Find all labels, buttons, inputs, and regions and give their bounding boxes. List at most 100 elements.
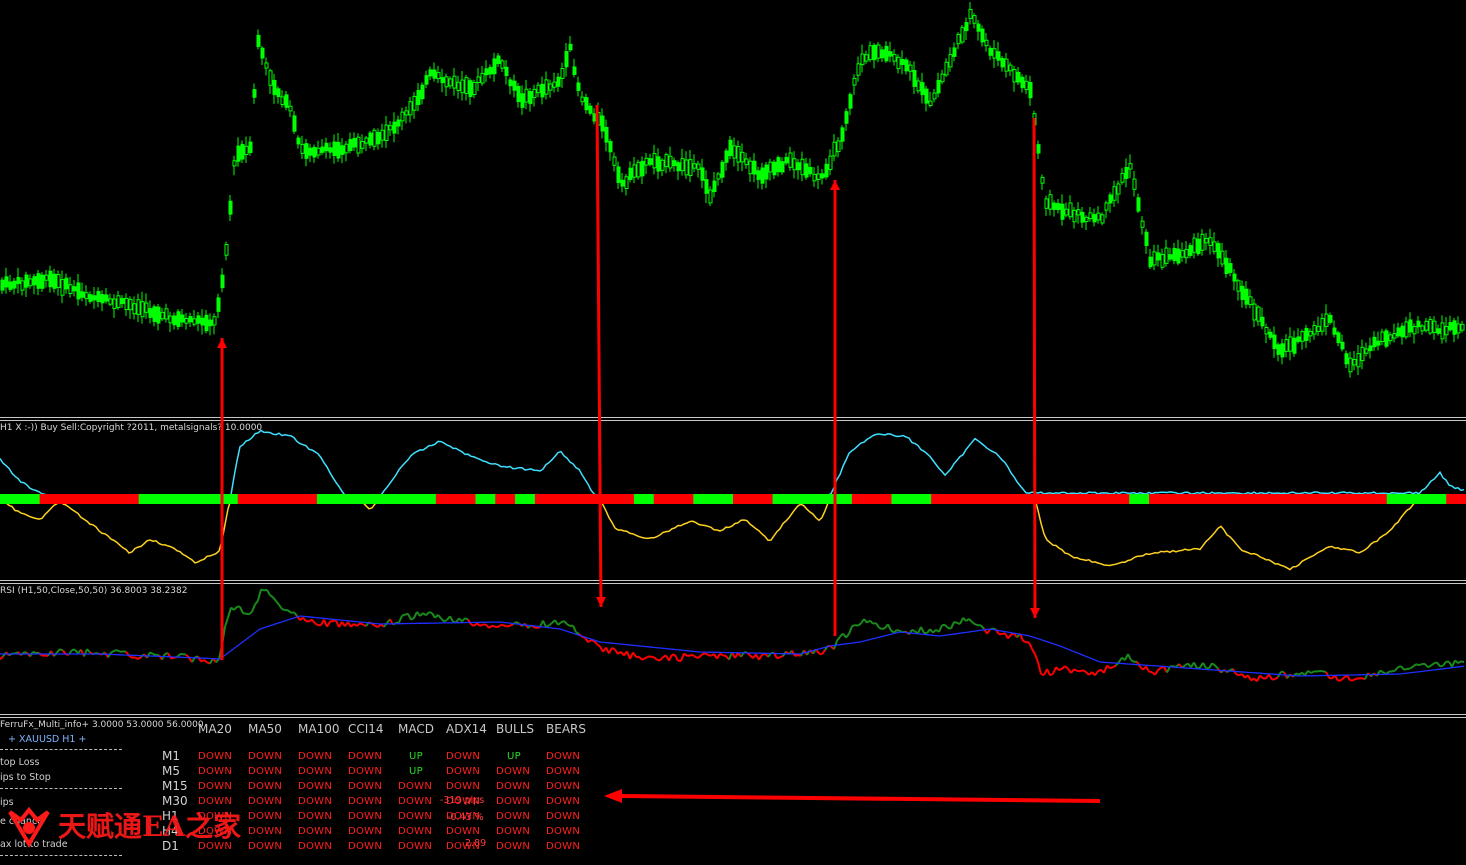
candle: [68, 276, 73, 298]
signal-cell: DOWN: [546, 841, 581, 852]
column-header: ADX14: [446, 722, 487, 736]
candle: [868, 41, 873, 63]
candle: [24, 271, 29, 298]
signal-cell: DOWN: [496, 781, 531, 792]
candle: [476, 68, 481, 91]
candle: [60, 270, 65, 304]
rsi-segment: [932, 629, 937, 634]
rsi-segment: [509, 623, 514, 627]
rsi-segment: [632, 651, 637, 658]
candle: [784, 152, 789, 166]
candle: [1076, 202, 1081, 224]
signal-segment: [1188, 494, 1210, 504]
candle: [628, 161, 633, 183]
candle: [1448, 315, 1453, 332]
rsi-segment: [644, 655, 649, 660]
signal-segment: [495, 494, 516, 504]
signal-segment: [534, 494, 556, 504]
signal-segment: [59, 494, 80, 504]
rsi-segment: [1391, 669, 1396, 673]
candle: [1300, 329, 1305, 350]
rsi-segment: [266, 589, 271, 596]
candle: [1052, 200, 1057, 217]
rsi-segment: [428, 611, 433, 615]
candle: [824, 158, 829, 180]
candle: [624, 174, 629, 196]
candle: [932, 88, 937, 103]
panel-separator[interactable]: [0, 714, 1466, 715]
candle: [1072, 206, 1077, 229]
rsi-segment: [611, 646, 616, 651]
rsi-segment: [821, 649, 826, 655]
candle: [668, 146, 673, 172]
candle: [1416, 315, 1421, 334]
rsi-segment: [476, 622, 481, 627]
rsi-segment: [1079, 669, 1084, 673]
candle: [48, 265, 53, 293]
candle: [856, 56, 861, 82]
candle: [1344, 350, 1349, 369]
rsi-segment: [503, 624, 508, 628]
candle: [788, 146, 793, 171]
timeframe-label: M15: [162, 779, 188, 793]
signal-segment: [1049, 494, 1071, 504]
candle: [312, 144, 317, 163]
candle: [1040, 174, 1045, 190]
candle: [180, 308, 185, 327]
rsi-segment: [353, 623, 358, 627]
candle: [1328, 312, 1333, 325]
rsi-segment: [1109, 666, 1114, 670]
rsi-segment: [1193, 661, 1198, 669]
rsi-segment: [794, 654, 799, 657]
rsi-segment: [1145, 665, 1150, 673]
rsi-segment: [863, 618, 868, 624]
candle: [652, 144, 657, 175]
rsi-segment: [716, 653, 721, 660]
rsi-segment: [1154, 669, 1159, 676]
candle: [1320, 313, 1325, 336]
signal-cell: DOWN: [348, 766, 383, 777]
candle: [120, 295, 125, 309]
candle: [612, 152, 617, 172]
rsi-segment: [848, 625, 853, 635]
signal-cell: DOWN: [298, 841, 333, 852]
signal-cell: DOWN: [348, 841, 383, 852]
rsi-segment: [1235, 673, 1240, 677]
rsi-segment: [302, 616, 307, 622]
rsi-segment: [965, 618, 970, 622]
signal-segment: [1168, 494, 1190, 504]
rsi-segment: [1157, 666, 1162, 671]
signal-segment: [39, 494, 61, 504]
candle: [644, 152, 649, 175]
candle: [28, 274, 33, 289]
signal-segment: [1386, 494, 1408, 504]
candle: [160, 307, 165, 321]
signal-segment: [257, 494, 278, 504]
candle: [484, 60, 489, 83]
signal-cell: DOWN: [298, 811, 333, 822]
candle: [1196, 232, 1201, 256]
candle: [332, 134, 337, 164]
candle: [988, 45, 993, 61]
rsi-segment: [704, 652, 709, 656]
candle: [632, 156, 637, 184]
panel-separator[interactable]: [0, 417, 1466, 418]
candle: [1288, 327, 1293, 361]
rsi-segment: [1268, 674, 1273, 681]
percent-value: -0.43 %: [447, 812, 484, 823]
signal-cell: DOWN: [546, 826, 581, 837]
candle: [208, 313, 213, 336]
panel-separator[interactable]: [0, 580, 1466, 581]
candle: [148, 300, 153, 324]
candle: [1132, 171, 1137, 197]
rsi-segment: [23, 651, 28, 654]
rsi-segment: [1061, 665, 1066, 670]
candle: [1048, 189, 1053, 216]
rsi-segment: [881, 627, 886, 631]
stop-loss-label: top Loss: [0, 757, 40, 768]
signal-segment: [198, 494, 219, 504]
candle: [620, 173, 625, 193]
signal-segment: [693, 494, 714, 504]
rsi-segment: [566, 623, 571, 627]
signal-segment: [891, 494, 912, 504]
